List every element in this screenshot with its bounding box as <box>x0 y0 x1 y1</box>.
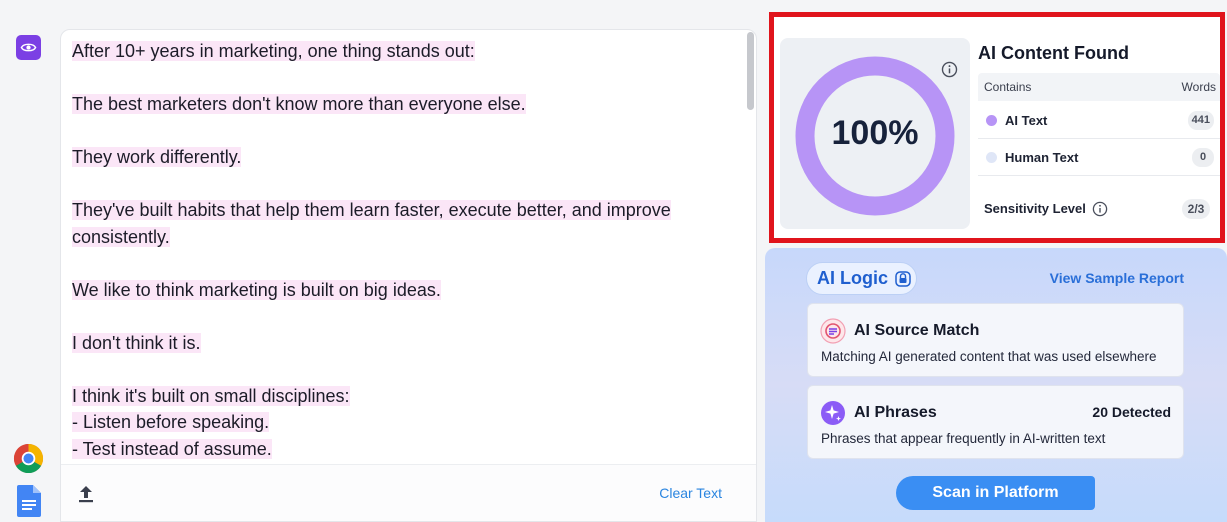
editor-paragraph: I don't think it is. <box>72 330 732 357</box>
ai-text-row: AI Text 441 <box>978 102 1220 139</box>
clear-text-button[interactable]: Clear Text <box>659 485 722 501</box>
ai-source-match-title: AI Source Match <box>854 322 980 339</box>
app-root: After 10+ years in marketing, one thing … <box>0 0 1227 522</box>
sensitivity-level-badge[interactable]: 2/3 <box>1182 199 1210 219</box>
words-header: Words <box>1181 80 1216 94</box>
editor-footer: Clear Text <box>61 464 756 521</box>
ai-logic-pill[interactable]: AI Logic <box>806 262 917 295</box>
sensitivity-label: Sensitivity Level <box>984 201 1086 216</box>
ai-phrases-count: 20 Detected <box>1092 404 1171 420</box>
editor-paragraph: They work differently. <box>72 144 732 171</box>
highlighted-line: After 10+ years in marketing, one thing … <box>72 41 475 61</box>
ai-text-dot <box>986 115 997 126</box>
ai-logic-label: AI Logic <box>817 268 888 288</box>
highlighted-line: They've built habits that help them lear… <box>72 200 671 220</box>
ai-logic-panel: AI Logic View Sample Report AI Source Ma… <box>765 248 1227 522</box>
scan-in-platform-button[interactable]: Scan in Platform <box>896 476 1095 510</box>
text-editor[interactable]: After 10+ years in marketing, one thing … <box>60 29 757 522</box>
highlighted-line: I don't think it is. <box>72 332 201 353</box>
eye-icon <box>20 43 37 52</box>
human-text-label: Human Text <box>1005 150 1079 165</box>
ai-phrases-card[interactable]: AI Phrases 20 Detected Phrases that appe… <box>807 385 1184 459</box>
human-text-count: 0 <box>1192 148 1214 167</box>
ai-text-count: 441 <box>1187 111 1214 130</box>
view-sample-report-link[interactable]: View Sample Report <box>1050 270 1184 286</box>
human-text-row: Human Text 0 <box>978 139 1220 176</box>
human-text-dot <box>986 152 997 163</box>
ai-phrases-desc: Phrases that appear frequently in AI-wri… <box>821 431 1106 446</box>
contains-header: Contains <box>984 80 1032 94</box>
editor-paragraph: They've built habits that help them lear… <box>72 197 732 250</box>
source-match-icon <box>820 318 846 344</box>
ai-score-percent: 100% <box>831 114 919 152</box>
result-table-header: Contains Words <box>978 73 1220 101</box>
highlighted-line: consistently. <box>72 226 170 247</box>
highlighted-line: - Listen before speaking. <box>72 412 270 432</box>
visibility-toggle-button[interactable] <box>16 35 41 60</box>
left-rail <box>0 0 58 522</box>
ai-phrases-title: AI Phrases <box>854 404 937 421</box>
highlighted-line: They work differently. <box>72 147 242 167</box>
highlighted-line: - Test instead of assume. <box>72 438 272 459</box>
editor-paragraph: After 10+ years in marketing, one thing … <box>72 38 732 65</box>
sensitivity-info-icon[interactable] <box>1092 201 1108 217</box>
ai-source-match-card[interactable]: AI Source Match Matching AI generated co… <box>807 303 1184 377</box>
upload-icon[interactable] <box>77 484 95 504</box>
editor-paragraph: I think it's built on small disciplines:… <box>72 383 732 463</box>
result-title: AI Content Found <box>978 43 1129 63</box>
ai-source-match-desc: Matching AI generated content that was u… <box>821 349 1157 364</box>
info-icon[interactable] <box>941 61 958 78</box>
ai-score-card: 100% <box>780 38 970 229</box>
highlighted-line: I think it's built on small disciplines: <box>72 385 350 406</box>
lock-icon <box>895 270 911 287</box>
chrome-icon[interactable] <box>13 443 44 474</box>
highlighted-line: We like to think marketing is built on b… <box>72 279 441 300</box>
editor-paragraph: The best marketers don't know more than … <box>72 91 732 118</box>
ai-text-label: AI Text <box>1005 113 1048 128</box>
editor-paragraph: We like to think marketing is built on b… <box>72 277 732 304</box>
google-docs-icon[interactable] <box>17 485 41 517</box>
ai-result-panel: 100% AI Content Found Contains Words AI … <box>769 12 1225 243</box>
highlighted-line: The best marketers don't know more than … <box>72 94 526 114</box>
editor-text-area[interactable]: After 10+ years in marketing, one thing … <box>72 38 732 466</box>
sparkle-icon <box>821 401 845 425</box>
editor-scrollbar[interactable] <box>747 32 754 110</box>
